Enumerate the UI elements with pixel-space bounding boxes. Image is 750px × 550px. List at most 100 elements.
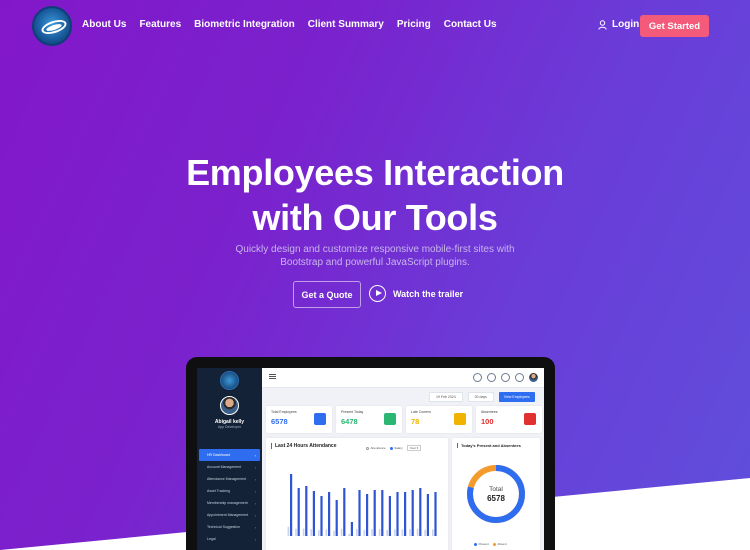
attendance-bar-light xyxy=(378,529,381,536)
stat-value: 6478 xyxy=(341,417,358,426)
hamburger-icon[interactable] xyxy=(269,374,276,379)
stat-label: Present Today xyxy=(341,410,364,414)
dashboard-topbar xyxy=(262,368,544,388)
attendance-bar-light xyxy=(348,533,350,536)
sidebar-item-membership-management[interactable]: Membership management xyxy=(199,497,260,509)
sidebar-menu: HR Dashboard Account Management Attendan… xyxy=(199,449,260,545)
attendance-bar xyxy=(411,490,414,536)
attendance-bar xyxy=(297,488,300,536)
get-started-button[interactable]: Get Started xyxy=(640,15,709,37)
present-absent-panel: Today's Present and Absentees Total 6578… xyxy=(452,438,540,550)
sidebar-item-technical-suggestion[interactable]: Technical Suggestion xyxy=(199,521,260,533)
attendance-bar-light xyxy=(356,529,358,536)
stat-cards: Total Employees 6578 Present Today 6478 … xyxy=(266,406,542,433)
attendance-bar xyxy=(404,492,407,536)
nav-biometric-integration[interactable]: Biometric Integration xyxy=(194,19,295,30)
attendance-bar-light xyxy=(401,529,404,536)
avatar xyxy=(220,396,239,415)
attendance-bar xyxy=(434,492,437,536)
profile-avatar[interactable] xyxy=(529,373,538,382)
dashboard-sidebar: Abigail kelly App Developer HR Dashboard… xyxy=(197,368,262,550)
sidebar-item-appointment-management[interactable]: Appointment Management xyxy=(199,509,260,521)
main-menu: About Us Features Biometric Integration … xyxy=(82,19,497,30)
nav-client-summary[interactable]: Client Summary xyxy=(308,19,384,30)
attendance-bar-light xyxy=(340,528,343,536)
notification-icon[interactable] xyxy=(501,373,510,382)
legend-present: Present xyxy=(474,542,489,546)
attendance-bar xyxy=(396,492,399,536)
attendance-bar xyxy=(350,522,353,536)
users-icon xyxy=(314,413,326,425)
nav-about-us[interactable]: About Us xyxy=(82,19,126,30)
attendance-bar xyxy=(373,490,376,536)
attendance-bar-light xyxy=(432,529,434,536)
donut-title: Today's Present and Absentees xyxy=(457,443,521,448)
attendance-bar-light xyxy=(386,530,388,536)
message-icon[interactable] xyxy=(515,373,524,382)
stat-label: Absentees xyxy=(481,410,498,414)
users-icon xyxy=(524,413,536,425)
brand-logo[interactable] xyxy=(32,6,72,46)
users-icon xyxy=(454,413,466,425)
attendance-bar xyxy=(328,492,331,536)
view-employees-button[interactable]: View Employees xyxy=(498,392,535,402)
nav-contact-us[interactable]: Contact Us xyxy=(444,19,497,30)
attendance-bar xyxy=(335,500,338,536)
fullscreen-icon[interactable] xyxy=(487,373,496,382)
hero-subtitle-line1: Quickly design and customize responsive … xyxy=(235,244,515,255)
attendance-bar-light xyxy=(371,529,373,536)
stat-label: Late Comers xyxy=(411,410,432,414)
sidebar-item-account-management[interactable]: Account Management xyxy=(199,461,260,473)
donut-legend: Present Absent xyxy=(474,542,507,546)
stat-card-present: Present Today 6478 xyxy=(336,406,402,433)
attendance-bar xyxy=(419,488,422,536)
login-label: Login xyxy=(612,19,640,30)
user-icon xyxy=(598,19,607,30)
hero-subtitle-line2: Bootstrap and powerful JavaScript plugin… xyxy=(280,257,470,268)
legend-absent: Absent xyxy=(492,542,507,546)
stat-card-total: Total Employees 6578 xyxy=(266,406,332,433)
attendance-bar-light xyxy=(295,528,297,536)
attendance-panel: Last 24 Hours Attendance Attendance Sala… xyxy=(266,438,448,550)
top-navbar: About Us Features Biometric Integration … xyxy=(0,0,750,52)
attendance-bar-chart xyxy=(287,474,437,536)
stat-value: 6578 xyxy=(271,417,288,426)
topbar-icons xyxy=(473,373,538,382)
nav-features[interactable]: Features xyxy=(139,19,181,30)
watch-trailer-link[interactable]: Watch the trailer xyxy=(369,285,463,302)
attendance-bar-light xyxy=(302,528,305,536)
attendance-bar-light xyxy=(318,530,320,536)
sidebar-item-legal[interactable]: Legal xyxy=(199,533,260,545)
date-chip[interactable]: 19 Feb 2024 xyxy=(429,392,463,402)
sidebar-item-asset-tracking[interactable]: Asset Tracking xyxy=(199,485,260,497)
users-icon xyxy=(384,413,396,425)
dashboard-toolbar: 19 Feb 2024 30 days View Employees xyxy=(429,392,535,402)
dashboard-logo xyxy=(220,371,239,390)
sidebar-item-attendance-management[interactable]: Attendance Management xyxy=(199,473,260,485)
attendance-bar xyxy=(381,490,384,536)
attendance-bar-light xyxy=(287,526,290,536)
attendance-bar xyxy=(426,494,429,536)
attendance-bar xyxy=(343,488,346,536)
attendance-bar xyxy=(290,474,293,536)
attendance-bar-light xyxy=(325,529,328,536)
donut-center-value: 6578 xyxy=(487,494,505,503)
donut-center-label: Total xyxy=(489,486,503,493)
attendance-bar xyxy=(366,494,369,536)
attendance-bar xyxy=(358,490,361,536)
get-a-quote-button[interactable]: Get a Quote xyxy=(293,281,361,308)
sidebar-item-hr-dashboard[interactable]: HR Dashboard xyxy=(199,449,260,461)
attendance-bar xyxy=(388,496,391,536)
stat-value: 100 xyxy=(481,417,494,426)
login-link[interactable]: Login xyxy=(598,19,639,30)
attendance-bar xyxy=(312,491,315,536)
attendance-bar-light xyxy=(409,529,411,536)
attendance-bar xyxy=(320,496,323,536)
hero-subtitle: Quickly design and customize responsive … xyxy=(0,243,750,269)
nav-pricing[interactable]: Pricing xyxy=(397,19,431,30)
days-chip[interactable]: 30 days xyxy=(467,392,494,402)
language-icon[interactable] xyxy=(473,373,482,382)
attendance-bar-light xyxy=(416,528,419,536)
hero-title-line1: Employees Interaction xyxy=(186,152,564,193)
attendance-bar-light xyxy=(333,530,335,536)
